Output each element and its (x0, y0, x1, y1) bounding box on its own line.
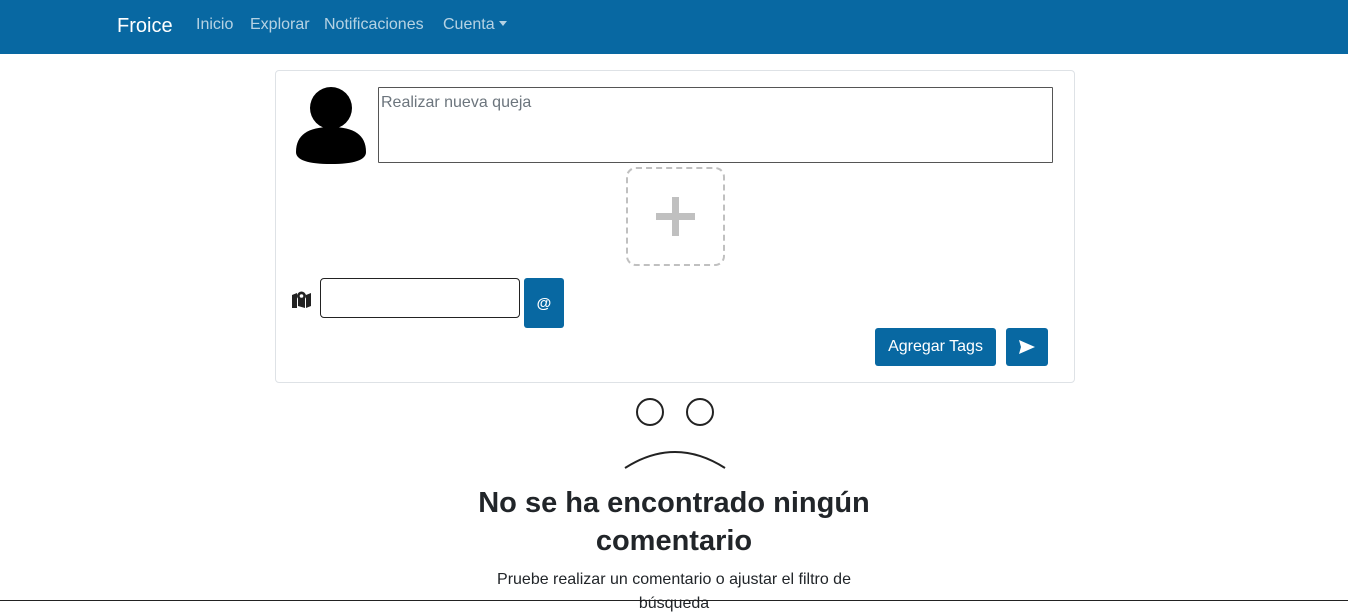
chevron-down-icon (498, 21, 507, 26)
location-input[interactable] (320, 278, 520, 318)
nav-cuenta-dropdown[interactable]: Cuenta (443, 15, 507, 35)
send-arrow-icon (1019, 340, 1035, 354)
empty-state-subtitle: Pruebe realizar un comentario o ajustar … (497, 571, 851, 612)
user-silhouette-icon (296, 87, 366, 164)
map-marker-icon (292, 291, 311, 308)
top-navbar: Froice Inicio Explorar Notificaciones Cu… (0, 0, 1348, 54)
brand-logo[interactable]: Froice (117, 13, 173, 39)
nav-explorar[interactable]: Explorar (250, 15, 310, 35)
complaint-composer-card: @ Agregar Tags (275, 70, 1075, 383)
sad-face-icon (624, 398, 726, 469)
new-complaint-input[interactable] (378, 87, 1053, 163)
send-button[interactable] (1006, 328, 1048, 366)
add-tags-button[interactable]: Agregar Tags (875, 328, 996, 366)
nav-cuenta-label: Cuenta (443, 16, 495, 33)
nav-notificaciones[interactable]: Notificaciones (324, 15, 424, 35)
plus-icon (656, 197, 695, 236)
mention-location-button[interactable]: @ (524, 278, 564, 328)
add-image-button[interactable] (626, 167, 725, 266)
nav-inicio[interactable]: Inicio (196, 15, 233, 35)
empty-state-title: No se ha encontrado ningún comentario (478, 487, 870, 557)
